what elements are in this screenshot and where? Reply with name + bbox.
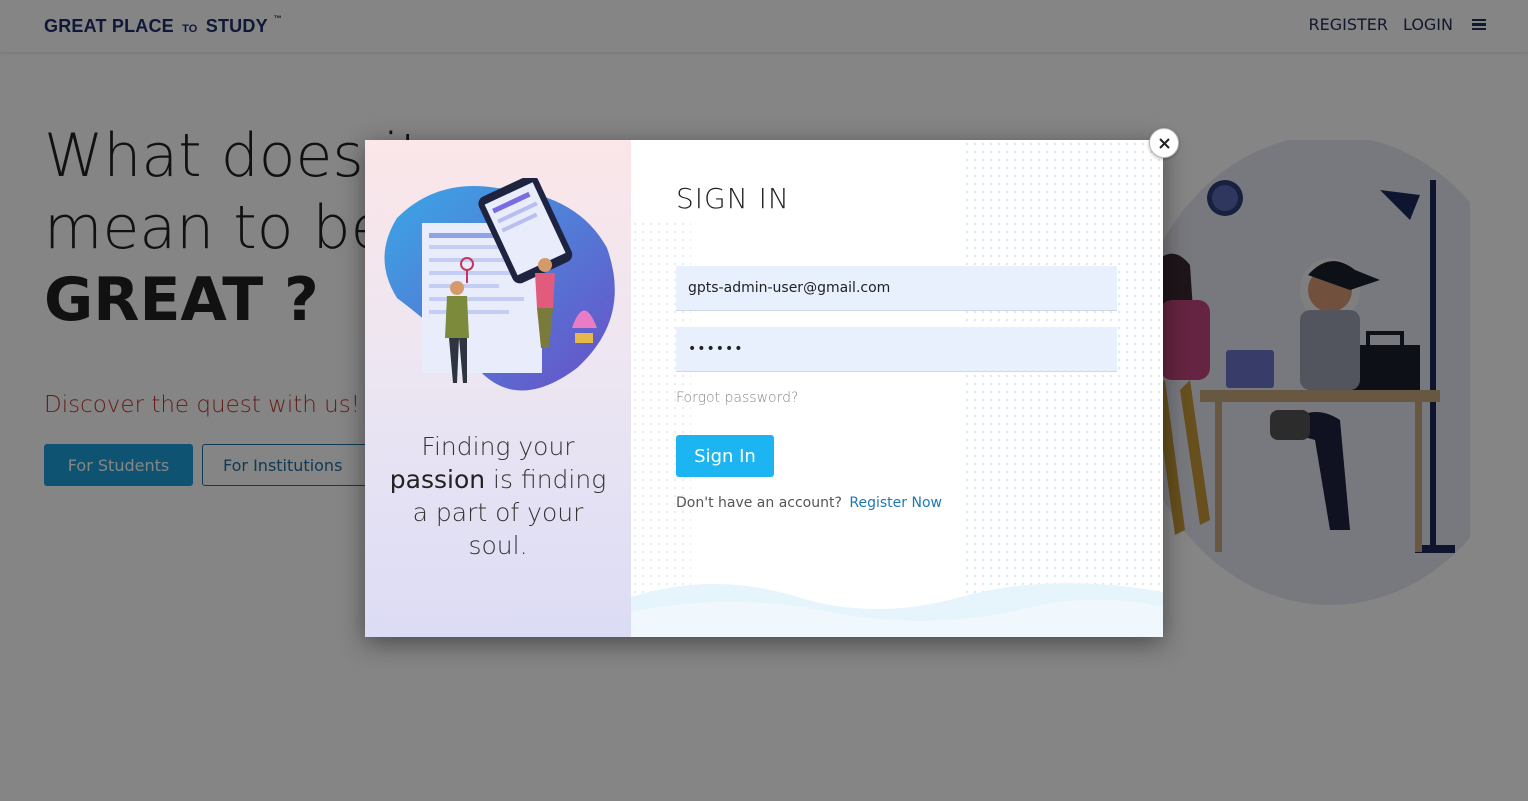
- no-account-text: Don't have an account?: [676, 495, 842, 511]
- sign-in-button[interactable]: Sign In: [676, 435, 774, 477]
- quote-line-2-rest: is finding: [485, 465, 607, 494]
- modal-left-panel: Finding your passion is finding a part o…: [365, 140, 631, 637]
- register-now-link[interactable]: Register Now: [849, 495, 942, 511]
- wave-decoration: [631, 583, 1163, 637]
- quote-line-3: a part of your: [412, 498, 584, 527]
- sign-in-modal: Finding your passion is finding a part o…: [365, 140, 1163, 637]
- register-prompt: Don't have an account? Register Now: [676, 495, 942, 511]
- modal-illustration: [384, 178, 615, 391]
- quote-line-2: passion is finding: [365, 463, 631, 496]
- sign-in-title: SIGN IN: [676, 182, 790, 215]
- forgot-password-link[interactable]: Forgot password?: [676, 390, 798, 406]
- close-modal-button[interactable]: [1149, 128, 1179, 158]
- quote-passion: passion: [389, 465, 486, 494]
- sign-in-form-panel: SIGN IN gpts-admin-user@gmail.com ••••••…: [631, 140, 1163, 637]
- modal-quote: Finding your passion is finding a part o…: [365, 430, 631, 562]
- email-field[interactable]: gpts-admin-user@gmail.com: [676, 266, 1117, 311]
- quote-line-1: Finding your: [421, 432, 575, 461]
- close-icon: [1158, 137, 1170, 149]
- password-field[interactable]: ••••••: [676, 327, 1117, 372]
- quote-line-4: soul.: [468, 531, 528, 560]
